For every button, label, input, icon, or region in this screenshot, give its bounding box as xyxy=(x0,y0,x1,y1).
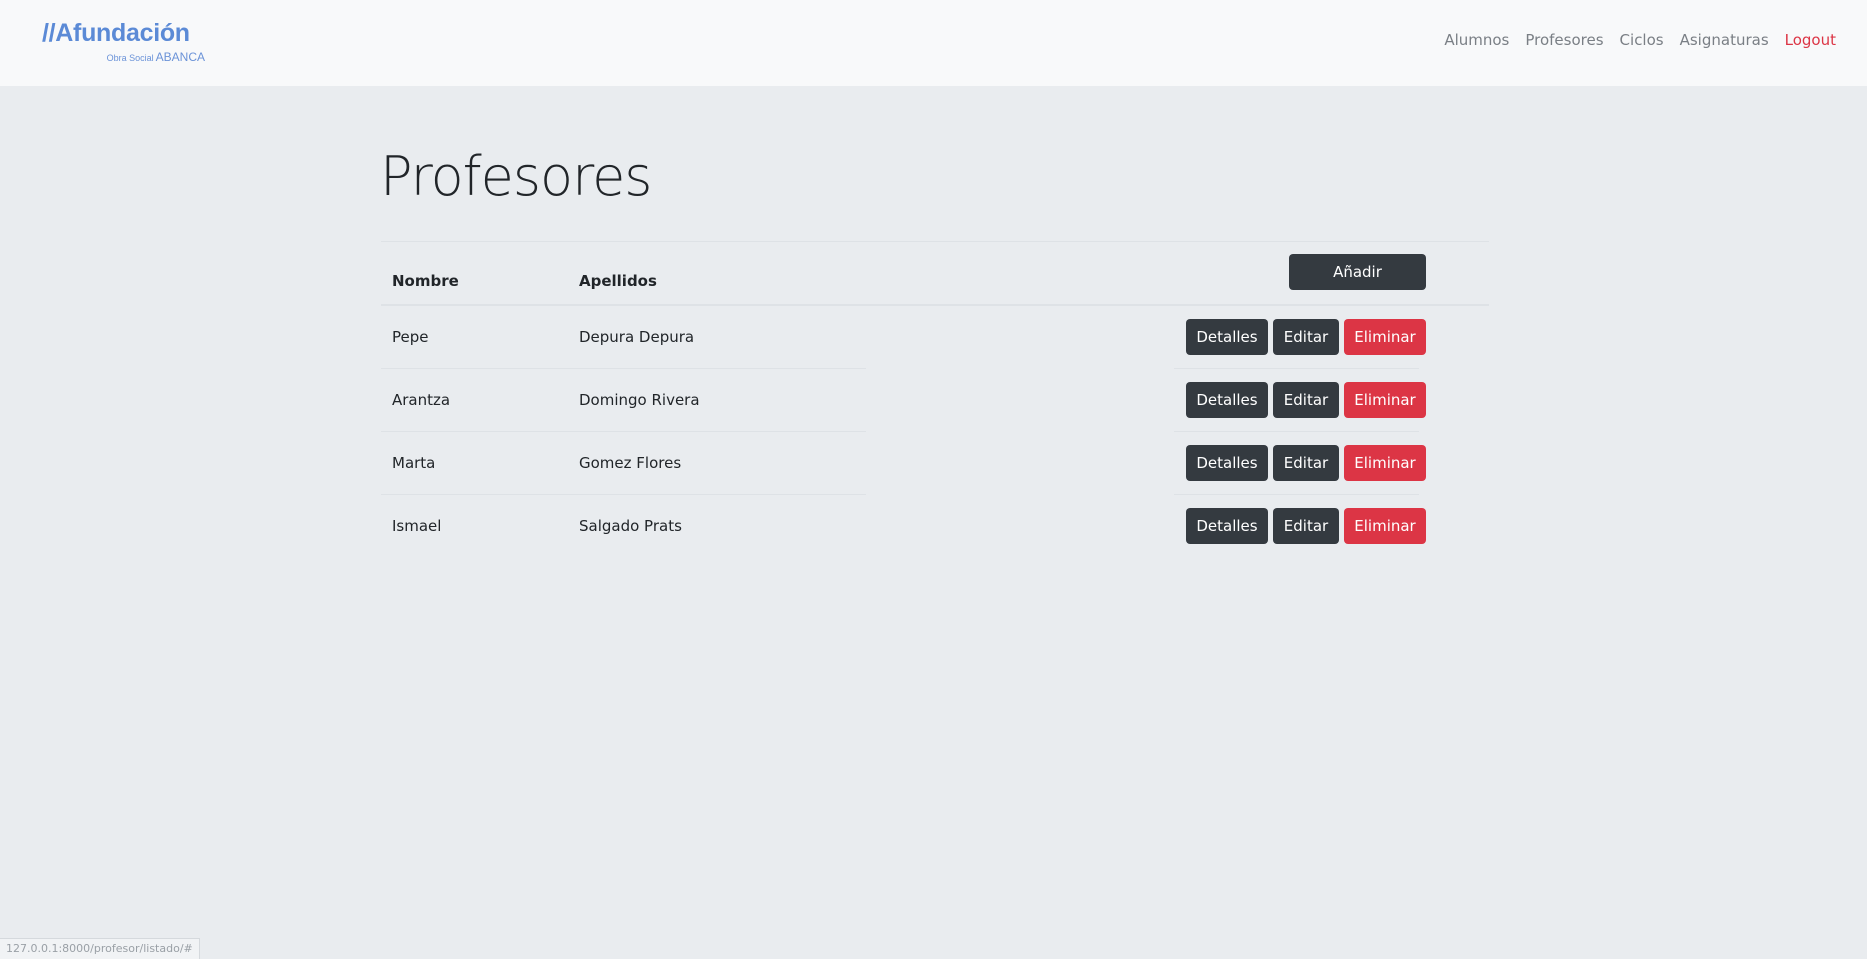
table-row: Ismael Salgado Prats Detalles Editar Eli… xyxy=(381,495,1489,558)
details-button[interactable]: Detalles xyxy=(1186,508,1268,544)
details-button[interactable]: Detalles xyxy=(1186,319,1268,355)
edit-button[interactable]: Editar xyxy=(1273,508,1339,544)
delete-button[interactable]: Eliminar xyxy=(1344,508,1426,544)
edit-button[interactable]: Editar xyxy=(1273,382,1339,418)
delete-button[interactable]: Eliminar xyxy=(1344,382,1426,418)
nav-link-profesores[interactable]: Profesores xyxy=(1525,31,1603,49)
navbar: //Afundación Obra Social ABANCA Alumnos P… xyxy=(0,0,1867,86)
logout-link[interactable]: Logout xyxy=(1785,31,1836,49)
nav-link-asignaturas[interactable]: Asignaturas xyxy=(1680,31,1769,49)
cell-apellidos: Depura Depura xyxy=(579,328,695,346)
cell-apellidos: Gomez Flores xyxy=(579,454,682,472)
brand-logo[interactable]: //Afundación Obra Social ABANCA xyxy=(42,19,212,65)
table-row: Pepe Depura Depura Detalles Editar Elimi… xyxy=(381,306,1489,369)
delete-button[interactable]: Eliminar xyxy=(1344,445,1426,481)
cell-nombre: Arantza xyxy=(392,391,451,409)
brand-subtitle-small: Obra Social xyxy=(106,53,154,63)
cell-nombre: Marta xyxy=(392,454,436,472)
cell-apellidos: Domingo Rivera xyxy=(579,391,700,409)
add-button[interactable]: Añadir xyxy=(1289,254,1426,290)
brand-name: //Afundación xyxy=(42,19,190,47)
details-button[interactable]: Detalles xyxy=(1186,445,1268,481)
details-button[interactable]: Detalles xyxy=(1186,382,1268,418)
cell-nombre: Pepe xyxy=(392,328,429,346)
cell-nombre: Ismael xyxy=(392,517,442,535)
edit-button[interactable]: Editar xyxy=(1273,445,1339,481)
nav-link-alumnos[interactable]: Alumnos xyxy=(1444,31,1509,49)
column-header-nombre: Nombre xyxy=(392,272,459,290)
table-row: Marta Gomez Flores Detalles Editar Elimi… xyxy=(381,432,1489,495)
edit-button[interactable]: Editar xyxy=(1273,319,1339,355)
browser-status-bar: 127.0.0.1:8000/profesor/listado/# xyxy=(0,938,200,959)
nav-link-ciclos[interactable]: Ciclos xyxy=(1620,31,1664,49)
column-header-apellidos: Apellidos xyxy=(579,272,657,290)
delete-button[interactable]: Eliminar xyxy=(1344,319,1426,355)
brand-subtitle-strong: ABANCA xyxy=(155,50,205,64)
cell-apellidos: Salgado Prats xyxy=(579,517,682,535)
nav-links: Alumnos Profesores Ciclos Asignaturas Lo… xyxy=(1444,31,1836,49)
table-row: Arantza Domingo Rivera Detalles Editar E… xyxy=(381,369,1489,432)
brand-subtitle: Obra Social ABANCA xyxy=(107,50,205,64)
page-title: Profesores xyxy=(380,145,652,208)
